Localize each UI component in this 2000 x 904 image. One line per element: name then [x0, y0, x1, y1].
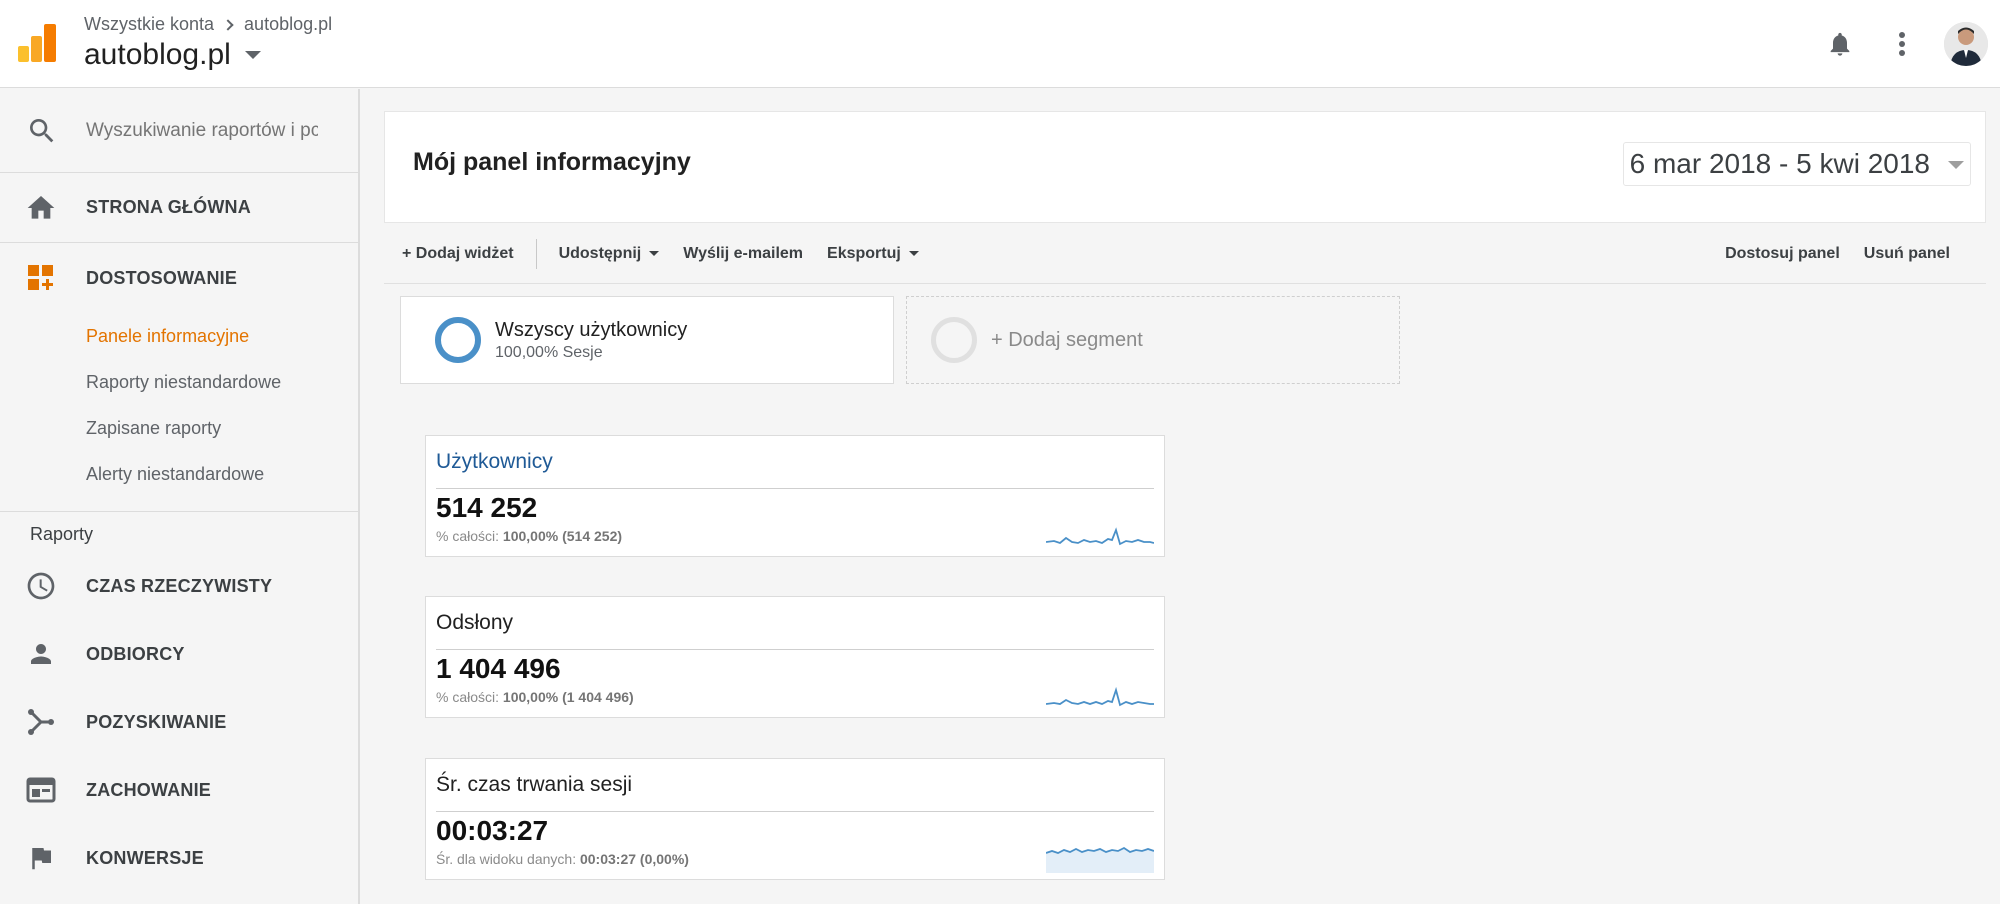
widget-sub-value: 100,00% (514 252)	[502, 528, 623, 544]
clock-icon	[24, 569, 58, 603]
caret-down-icon	[908, 251, 919, 256]
divider	[436, 488, 1154, 489]
sidebar-item-conversions[interactable]: KONWERSJE	[0, 824, 358, 892]
toolbar-right: Dostosuj panel Usuń panel	[1713, 239, 1986, 269]
segment-text: Wszyscy użytkownicy 100,00% Sesje	[495, 319, 687, 362]
home-icon	[24, 191, 58, 225]
delete-dashboard-button[interactable]: Usuń panel	[1852, 239, 1962, 269]
segment-subtitle: 100,00% Sesje	[495, 343, 603, 361]
widget-avg-session-duration[interactable]: Śr. czas trwania sesji 00:03:27 Śr. dla …	[425, 758, 1165, 880]
email-label: Wyślij e-mailem	[683, 244, 804, 262]
avatar[interactable]	[1944, 22, 1988, 66]
sidebar-item-audience[interactable]: ODBIORCY	[0, 620, 358, 688]
sidebar-item-behavior[interactable]: ZACHOWANIE	[0, 756, 358, 824]
widget-title[interactable]: Użytkownicy	[436, 450, 553, 474]
widget-subtext: % całości: 100,00% (514 252)	[436, 528, 622, 544]
sidebar-subitem-custom-reports[interactable]: Raporty niestandardowe	[0, 359, 358, 405]
segment-all-users[interactable]: Wszyscy użytkownicy 100,00% Sesje	[400, 296, 894, 384]
divider	[436, 649, 1154, 650]
divider	[436, 811, 1154, 812]
person-icon	[24, 637, 58, 671]
sidebar-item-label: KONWERSJE	[86, 847, 204, 868]
export-button[interactable]: Eksportuj	[815, 239, 931, 269]
breadcrumb: Wszystkie konta autoblog.pl	[84, 14, 332, 35]
segment-title: Wszyscy użytkownicy	[495, 318, 688, 341]
email-button[interactable]: Wyślij e-mailem	[671, 239, 815, 269]
sidebar-item-label: CZAS RZECZYWISTY	[86, 575, 273, 596]
widget-value: 1 404 496	[436, 653, 561, 684]
widget-sub-value: 100,00% (1 404 496)	[502, 689, 634, 705]
widget-value: 00:03:27	[436, 815, 549, 846]
dashboard-customize-icon	[24, 261, 58, 295]
search-icon	[30, 118, 54, 142]
sidebar-item-home[interactable]: STRONA GŁÓWNA	[0, 173, 358, 243]
sidebar-subitem-saved-reports[interactable]: Zapisane raporty	[0, 405, 358, 451]
more-vert-icon[interactable]	[1882, 24, 1922, 64]
widget-subtext: Śr. dla widoku danych: 00:03:27 (0,00%)	[436, 851, 689, 867]
header-actions	[1820, 0, 2000, 88]
add-segment-button[interactable]: + Dodaj segment	[906, 296, 1400, 384]
property-name: autoblog.pl	[84, 38, 231, 71]
add-widget-label: + Dodaj widżet	[402, 244, 514, 262]
bell-icon[interactable]	[1820, 24, 1860, 64]
sidebar-subitem-custom-alerts[interactable]: Alerty niestandardowe	[0, 451, 358, 497]
date-range-value: 6 mar 2018 - 5 kwi 2018	[1629, 148, 1930, 179]
date-range-picker[interactable]: 6 mar 2018 - 5 kwi 2018	[1622, 142, 1971, 186]
property-selector[interactable]: autoblog.pl	[84, 38, 261, 72]
sparkline-chart	[1046, 846, 1154, 873]
analytics-logo-icon[interactable]	[18, 24, 56, 62]
sidebar: STRONA GŁÓWNA DOSTOSOWANIE Panele inform…	[0, 89, 360, 904]
reports-section-title: Raporty	[30, 524, 94, 544]
sparkline-chart	[1046, 686, 1154, 707]
sidebar-item-label: ODBIORCY	[86, 643, 185, 664]
chevron-right-icon	[222, 18, 234, 31]
widget-subtext: % całości: 100,00% (1 404 496)	[436, 689, 634, 705]
acquisition-icon	[24, 705, 58, 739]
widget-sub-label: % całości:	[436, 689, 500, 705]
caret-down-icon	[649, 251, 660, 256]
sidebar-item-label: POZYSKIWANIE	[86, 711, 227, 732]
customize-label: Dostosuj panel	[1725, 244, 1840, 262]
sidebar-item-label: DOSTOSOWANIE	[86, 267, 238, 288]
sidebar-item-label: ZACHOWANIE	[86, 779, 211, 800]
dashboard-header: Mój panel informacyjny 6 mar 2018 - 5 kw…	[384, 111, 1986, 223]
add-widget-button[interactable]: + Dodaj widżet	[384, 238, 537, 269]
widget-pageviews[interactable]: Odsłony 1 404 496 % całości: 100,00% (1 …	[425, 596, 1165, 718]
segment-ring-icon	[931, 317, 977, 363]
sidebar-item-label: STRONA GŁÓWNA	[86, 197, 251, 217]
widget-sub-label: % całości:	[436, 528, 500, 544]
widget-sub-label: Śr. dla widoku danych:	[436, 851, 577, 867]
sidebar-subitem-dashboards[interactable]: Panele informacyjne	[0, 313, 358, 359]
dashboard-toolbar: + Dodaj widżet Udostępnij Wyślij e-maile…	[384, 224, 1986, 284]
widget-title: Śr. czas trwania sesji	[436, 773, 633, 796]
widget-title: Odsłony	[436, 611, 514, 634]
search-input[interactable]	[86, 119, 318, 142]
add-segment-label: + Dodaj segment	[991, 328, 1143, 351]
top-header: Wszystkie konta autoblog.pl autoblog.pl	[0, 0, 2000, 88]
page-title: Mój panel informacyjny	[413, 148, 691, 176]
widget-users[interactable]: Użytkownicy 514 252 % całości: 100,00% (…	[425, 435, 1165, 557]
customize-dashboard-button[interactable]: Dostosuj panel	[1713, 239, 1852, 269]
widget-sub-value: 00:03:27 (0,00%)	[579, 851, 689, 867]
share-label: Udostępnij	[558, 244, 642, 262]
sidebar-item-realtime[interactable]: CZAS RZECZYWISTY	[0, 552, 358, 620]
share-button[interactable]: Udostępnij	[547, 239, 672, 269]
sidebar-search	[0, 89, 358, 173]
caret-down-icon	[244, 51, 261, 59]
breadcrumb-child[interactable]: autoblog.pl	[244, 14, 332, 35]
breadcrumb-root[interactable]: Wszystkie konta	[84, 14, 214, 35]
sidebar-item-customization[interactable]: DOSTOSOWANIE	[0, 243, 358, 313]
export-label: Eksportuj	[827, 244, 901, 262]
flag-icon	[24, 841, 58, 875]
delete-label: Usuń panel	[1863, 244, 1950, 262]
behavior-icon	[24, 773, 58, 807]
segment-ring-icon	[435, 317, 481, 363]
sparkline-chart	[1046, 527, 1154, 546]
widget-value: 514 252	[436, 492, 538, 523]
caret-down-icon	[1948, 161, 1964, 169]
sidebar-item-acquisition[interactable]: POZYSKIWANIE	[0, 688, 358, 756]
